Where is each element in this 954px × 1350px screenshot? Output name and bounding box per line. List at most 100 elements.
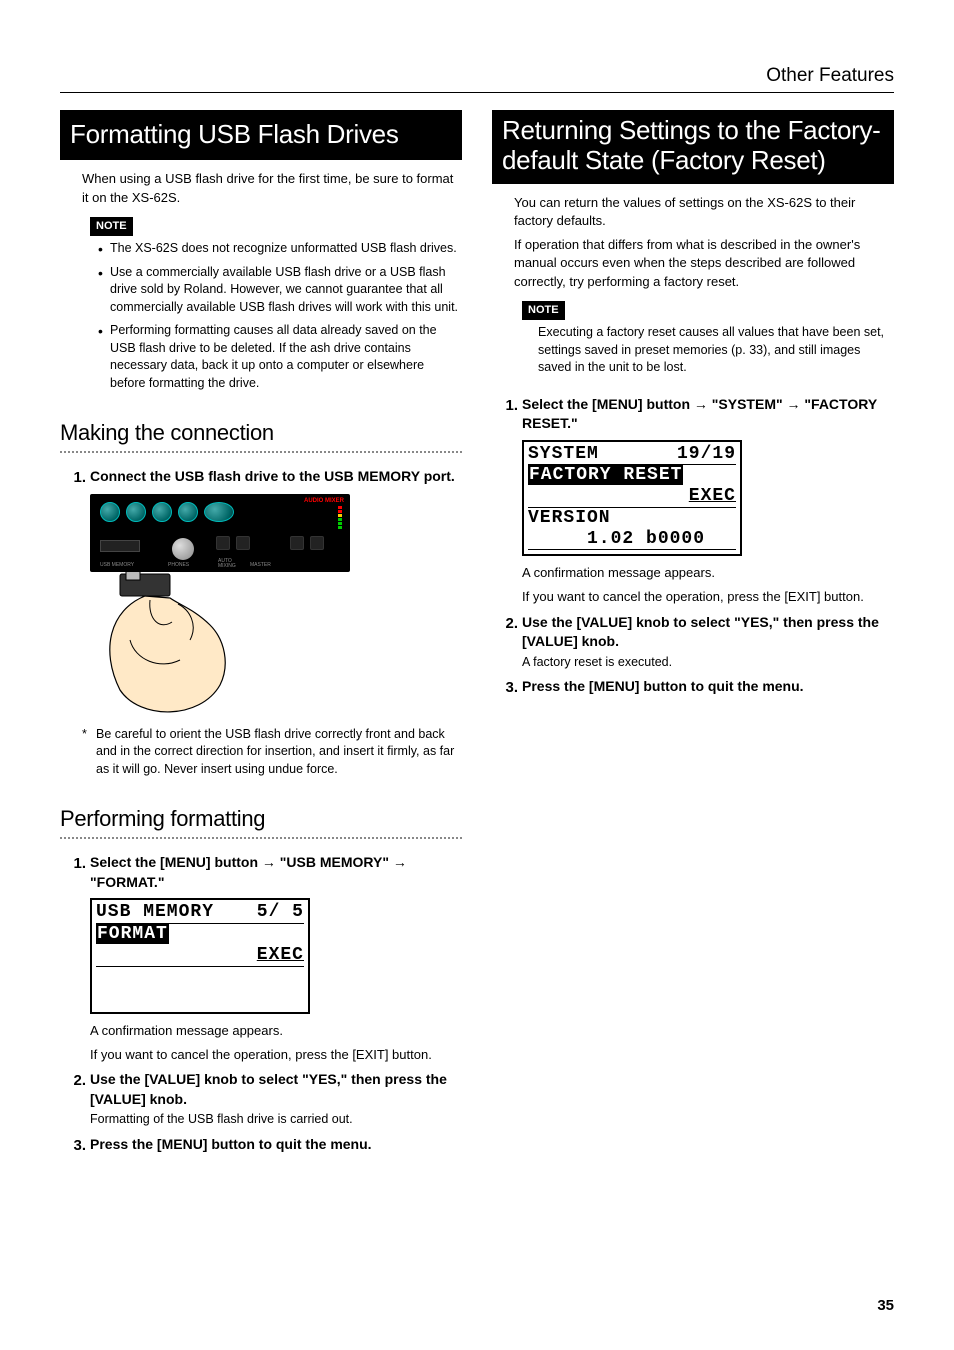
step-reset-3: 3. Press the [MENU] button to quit the m…: [496, 677, 894, 698]
auto-label: AUTO MIXING: [218, 559, 236, 569]
phones-label: PHONES: [168, 562, 189, 569]
arrow-icon: →: [393, 854, 407, 870]
lcd-exec: EXEC: [689, 486, 736, 506]
lcd-screen-system: SYSTEM 19/19 FACTORY RESET EXEC VERSION 1…: [522, 440, 742, 556]
master-label: MASTER: [250, 562, 271, 569]
knob-icon: [178, 502, 198, 522]
lcd-line: FORMAT: [96, 924, 304, 945]
step-format-3: 3. Press the [MENU] button to quit the m…: [64, 1135, 462, 1156]
note-item: Performing formatting causes all data al…: [98, 322, 462, 392]
step-text: Select the [MENU] button → "SYSTEM" → "F…: [522, 395, 894, 434]
subheading-connection: Making the connection: [60, 418, 462, 449]
note-item: The XS-62S does not recognize unformatte…: [98, 240, 462, 258]
knob-icon: [100, 502, 120, 522]
lcd-title: SYSTEM: [528, 444, 599, 464]
step-connect: 1. Connect the USB flash drive to the US…: [64, 467, 462, 488]
dotted-rule: [60, 837, 462, 839]
knob-icon: [152, 502, 172, 522]
lcd-title: USB MEMORY: [96, 902, 214, 922]
arrow-icon: →: [787, 396, 801, 412]
step-text: Use the [VALUE] knob to select "YES," th…: [522, 613, 894, 652]
button-icon: [216, 536, 230, 550]
step-number: 1.: [496, 395, 518, 434]
step-number: 2.: [496, 613, 518, 672]
step-text-part: "USB MEMORY": [276, 854, 393, 870]
step-subtext: Formatting of the USB flash drive is car…: [90, 1111, 462, 1129]
intro-text: When using a USB flash drive for the fir…: [82, 170, 462, 206]
lcd-line: VERSION: [528, 508, 736, 529]
step-text: Select the [MENU] button → "USB MEMORY" …: [90, 853, 462, 892]
knob-icon: [126, 502, 146, 522]
arrow-icon: →: [694, 396, 708, 412]
footnote-text: Be careful to orient the USB flash drive…: [96, 726, 462, 779]
step-number: 3.: [64, 1135, 86, 1156]
confirm-text: A confirmation message appears.: [522, 564, 894, 582]
step-format-2: 2. Use the [VALUE] knob to select "YES,"…: [64, 1070, 462, 1129]
step-number: 1.: [64, 853, 86, 892]
lcd-line: USB MEMORY 5/ 5: [96, 902, 304, 924]
usb-slot-icon: [100, 540, 140, 552]
asterisk: *: [82, 726, 96, 779]
step-number: 3.: [496, 677, 518, 698]
cancel-text: If you want to cancel the operation, pre…: [522, 588, 894, 606]
left-column: Formatting USB Flash Drives When using a…: [60, 110, 462, 1162]
heading-format-usb: Formatting USB Flash Drives: [60, 110, 462, 160]
step-text: Use the [VALUE] knob to select "YES," th…: [90, 1070, 462, 1109]
lcd-line: 1.02 b0000: [528, 529, 736, 551]
mixer-label: AUDIO MIXER: [304, 497, 344, 505]
section-header: Other Features: [766, 65, 894, 87]
note-list: The XS-62S does not recognize unformatte…: [98, 240, 462, 392]
button-icon: [310, 536, 324, 550]
cancel-text: If you want to cancel the operation, pre…: [90, 1046, 462, 1064]
lcd-selection: FACTORY RESET: [528, 465, 683, 485]
lcd-line: EXEC: [528, 486, 736, 508]
step-text: Press the [MENU] button to quit the menu…: [522, 677, 894, 697]
button-group: [290, 536, 324, 550]
button-icon: [236, 536, 250, 550]
header-rule: [60, 92, 894, 93]
step-text: Press the [MENU] button to quit the menu…: [90, 1135, 462, 1155]
lcd-line: [96, 967, 304, 988]
usb-label: USB MEMORY: [100, 562, 134, 569]
step-text-part: "FORMAT.": [90, 874, 164, 890]
button-group: [216, 536, 250, 550]
arrow-icon: →: [262, 854, 276, 870]
step-number: 2.: [64, 1070, 86, 1129]
big-knob-icon: [172, 538, 194, 560]
lcd-line: SYSTEM 19/19: [528, 444, 736, 466]
note-item: Use a commercially available USB flash d…: [98, 264, 462, 317]
heading-factory-reset: Returning Settings to the Factory-defaul…: [492, 110, 894, 184]
right-column: Returning Settings to the Factory-defaul…: [492, 110, 894, 1162]
lcd-line: EXEC: [96, 945, 304, 967]
led-meter-icon: [338, 506, 342, 529]
device-panel: AUDIO MIXER: [90, 494, 350, 572]
dotted-rule: [60, 451, 462, 453]
intro-text: You can return the values of settings on…: [514, 194, 894, 230]
hand-usb-icon: [90, 570, 462, 720]
step-text-part: "SYSTEM": [708, 396, 787, 412]
device-illustration: AUDIO MIXER: [90, 494, 462, 720]
step-text-part: Select the [MENU] button: [522, 396, 694, 412]
note-tag: NOTE: [522, 301, 565, 320]
lcd-pages: 5/ 5: [257, 902, 304, 923]
knob-icon: [204, 502, 234, 522]
page-number: 35: [877, 1297, 894, 1314]
note-tag: NOTE: [90, 217, 133, 236]
lcd-exec: EXEC: [257, 945, 304, 965]
intro-text: If operation that differs from what is d…: [514, 236, 894, 291]
lcd-screen-usb: USB MEMORY 5/ 5 FORMAT EXEC: [90, 898, 310, 1013]
step-format-1: 1. Select the [MENU] button → "USB MEMOR…: [64, 853, 462, 892]
confirm-text: A confirmation message appears.: [90, 1022, 462, 1040]
step-text: Connect the USB flash drive to the USB M…: [90, 467, 462, 487]
step-reset-1: 1. Select the [MENU] button → "SYSTEM" →…: [496, 395, 894, 434]
subheading-formatting: Performing formatting: [60, 804, 462, 835]
footnote: * Be careful to orient the USB flash dri…: [82, 726, 462, 779]
step-text-part: Select the [MENU] button: [90, 854, 262, 870]
lcd-line: FACTORY RESET: [528, 465, 736, 486]
note-text: Executing a factory reset causes all val…: [538, 324, 894, 377]
step-subtext: A factory reset is executed.: [522, 654, 894, 672]
lcd-selection: FORMAT: [96, 924, 169, 944]
lcd-pages: 19/19: [677, 444, 736, 465]
step-reset-2: 2. Use the [VALUE] knob to select "YES,"…: [496, 613, 894, 672]
button-icon: [290, 536, 304, 550]
